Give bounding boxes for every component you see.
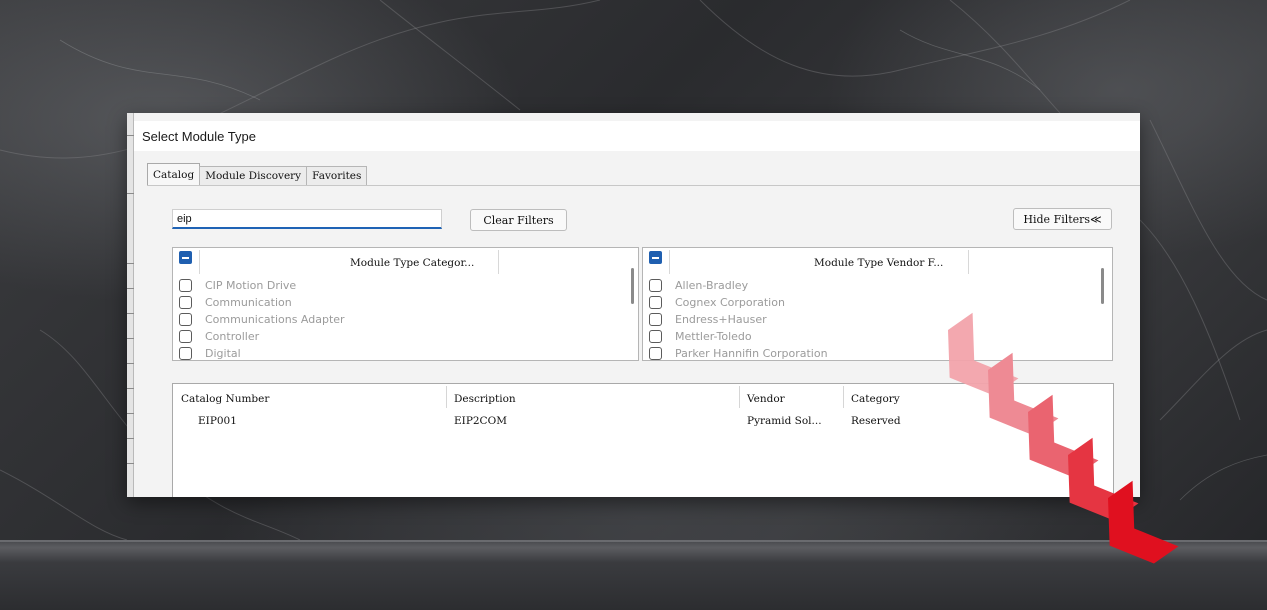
minus-checkbox-icon[interactable] [649,251,662,264]
desk-surface [0,540,1267,610]
search-input[interactable]: eip [172,209,442,229]
tab-bar: Catalog Module Discovery Favorites [147,163,368,185]
checkbox[interactable] [179,279,192,292]
hide-filters-button[interactable]: Hide Filters≪ [1013,208,1112,230]
checkbox[interactable] [179,330,192,343]
checkbox[interactable] [649,330,662,343]
column-divider [843,386,844,408]
clear-filters-button[interactable]: Clear Filters [470,209,567,231]
title-bar: Select Module Type [134,121,1140,151]
module-type-category-filter: Module Type Categor... CIP Motion Drive … [172,247,639,361]
column-header-catalog-number[interactable]: Catalog Number [181,393,269,405]
filter-option[interactable]: Mettler-Toledo [649,328,752,345]
tab-favorites[interactable]: Favorites [306,166,368,185]
checkbox[interactable] [179,313,192,326]
column-divider [669,250,670,274]
filter-option[interactable]: Cognex Corporation [649,294,785,311]
tab-module-discovery[interactable]: Module Discovery [199,166,308,185]
column-divider [446,386,447,408]
checkbox[interactable] [649,296,662,309]
checkbox[interactable] [179,347,192,360]
checkbox[interactable] [649,313,662,326]
filter-option-label: CIP Motion Drive [205,279,297,292]
filter-option[interactable]: Parker Hannifin Corporation [649,345,828,360]
filter-option-label: Mettler-Toledo [675,330,752,343]
column-header-vendor[interactable]: Vendor [747,393,785,405]
column-header-category[interactable]: Category [851,393,900,405]
filter-option-label: Endress+Hauser [675,313,767,326]
filter-option-label: Digital [205,347,241,360]
table-cell-catalog-number[interactable]: EIP001 [198,415,237,427]
vendor-column-header[interactable]: Module Type Vendor F... [814,257,943,269]
select-module-type-dialog: Select Module Type Catalog Module Discov… [127,113,1140,497]
filter-option[interactable]: Controller [179,328,259,345]
catalog-results-table: Catalog Number Description Vendor Catego… [172,383,1114,497]
table-cell-category[interactable]: Reserved [851,415,901,427]
filter-option-label: Allen-Bradley [675,279,749,292]
column-divider [199,250,200,274]
filter-option-label: Communication [205,296,292,309]
vertical-scrollbar[interactable] [631,268,634,304]
filter-option-label: Communications Adapter [205,313,345,326]
checkbox[interactable] [179,296,192,309]
vertical-scrollbar[interactable] [1101,268,1104,304]
filter-option[interactable]: Allen-Bradley [649,277,748,294]
table-cell-vendor[interactable]: Pyramid Sol... [747,415,822,427]
filter-option-label: Cognex Corporation [675,296,785,309]
filter-option[interactable]: Communications Adapter [179,311,345,328]
checkbox[interactable] [649,347,662,360]
column-divider [739,386,740,408]
minus-checkbox-icon[interactable] [179,251,192,264]
filter-option[interactable]: CIP Motion Drive [179,277,296,294]
category-column-header[interactable]: Module Type Categor... [350,257,474,269]
table-cell-description[interactable]: EIP2COM [454,415,507,427]
module-type-vendor-filter: Module Type Vendor F... Allen-Bradley Co… [642,247,1113,361]
checkbox[interactable] [649,279,662,292]
filter-option[interactable]: Communication [179,294,292,311]
window-title: Select Module Type [142,129,256,144]
filter-option[interactable]: Digital [179,345,241,360]
column-divider [498,250,499,274]
filter-option-label: Parker Hannifin Corporation [675,347,828,360]
tab-catalog[interactable]: Catalog [147,163,201,185]
column-divider [968,250,969,274]
background-window-edge [127,113,134,497]
filter-option[interactable]: Endress+Hauser [649,311,767,328]
column-header-description[interactable]: Description [454,393,516,405]
filter-option-label: Controller [205,330,260,343]
